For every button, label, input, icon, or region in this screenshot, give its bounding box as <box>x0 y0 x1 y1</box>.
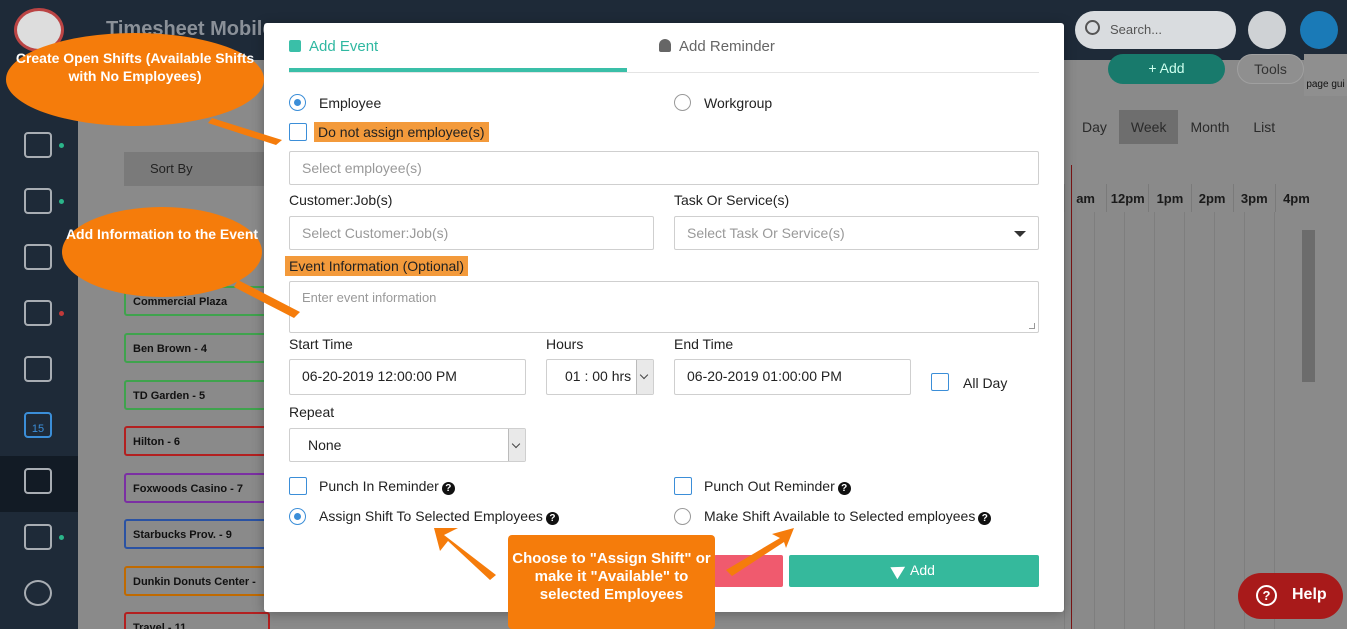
arrow-to-make-available <box>726 528 794 576</box>
arrow-to-no-assign <box>208 118 282 145</box>
callout-open-shifts: Create Open Shifts (Available Shifts wit… <box>6 33 264 126</box>
callout-choose-shift: Choose to "Assign Shift" or make it "Ava… <box>508 535 715 629</box>
callout-add-info: Add Information to the Event <box>62 207 262 297</box>
arrow-to-event-info <box>234 280 300 318</box>
help-button-label: Help <box>1292 586 1327 603</box>
help-button[interactable]: ? Help <box>1238 573 1343 619</box>
arrow-to-assign-shift <box>434 528 496 580</box>
help-icon: ? <box>1256 585 1277 606</box>
